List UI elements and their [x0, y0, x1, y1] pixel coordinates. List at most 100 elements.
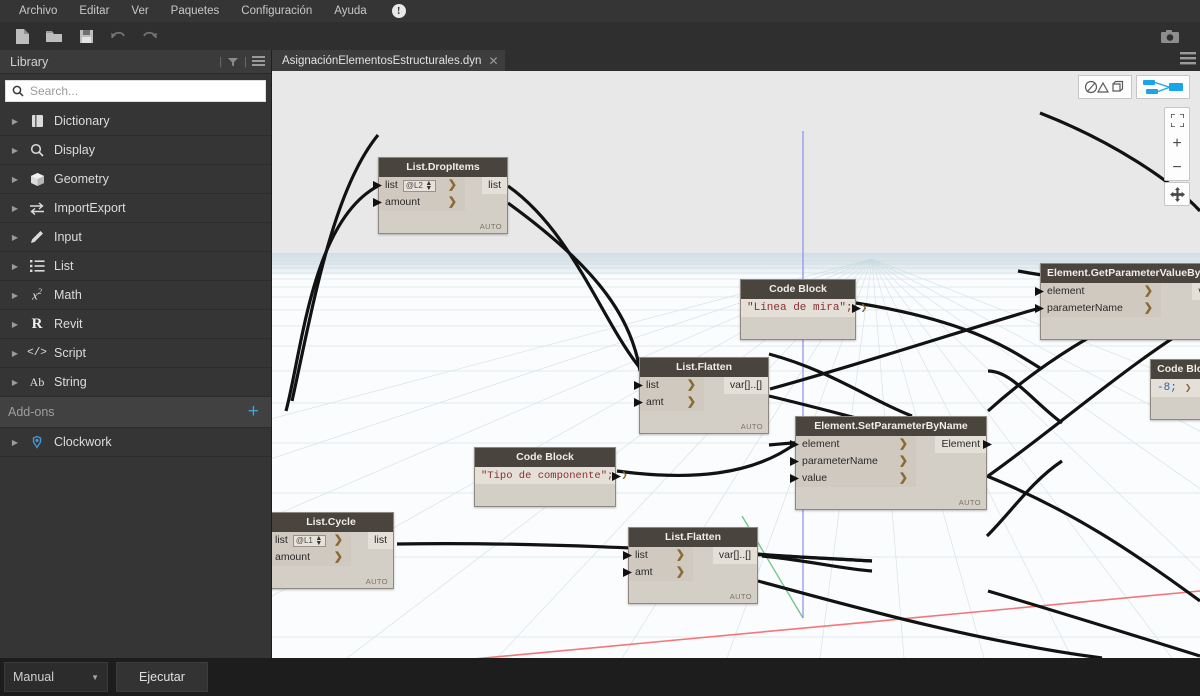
level-selector-list[interactable]: @L1 ▲ ▼: [292, 534, 326, 547]
run-mode-dropdown[interactable]: Manual ▼: [4, 662, 108, 692]
chevron-down-icon[interactable]: ▼: [91, 673, 99, 682]
output-port-chevron-icon[interactable]: ❯: [861, 301, 868, 315]
expand-arrow-icon[interactable]: ▶: [6, 146, 24, 155]
node-element-getparametervaluebyname[interactable]: Element.GetParameterValueByName element …: [1035, 263, 1200, 340]
hamburger-menu-icon[interactable]: [1180, 52, 1196, 70]
input-port-parametername[interactable]: parameterName ❯: [1041, 300, 1161, 317]
geometry-preview-icon[interactable]: [1078, 75, 1132, 99]
undo-icon[interactable]: [102, 23, 134, 49]
output-port-var[interactable]: var: [1192, 283, 1200, 300]
node-list-cycle[interactable]: List.Cycle list @L1 ▲ ▼ ❯ list amount ❯ …: [272, 512, 394, 589]
code-block-editor[interactable]: -8; ❯: [1151, 379, 1200, 397]
sidebar-item-revit[interactable]: ▶ R Revit: [0, 310, 271, 339]
input-port-amt[interactable]: amt ❯: [629, 564, 693, 581]
sidebar-item-geometry[interactable]: ▶ Geometry: [0, 165, 271, 194]
zoom-out-button[interactable]: −: [1164, 156, 1190, 180]
new-file-icon[interactable]: [6, 23, 38, 49]
close-icon[interactable]: ✕: [488, 54, 498, 68]
input-port-list[interactable]: list ❯: [640, 377, 704, 394]
input-port-row[interactable]: amount ❯: [272, 549, 393, 566]
menu-ver[interactable]: Ver: [120, 2, 159, 20]
level-stepper-icon[interactable]: ▲ ▼: [315, 535, 323, 547]
input-port-amt[interactable]: amt ❯: [640, 394, 704, 411]
expand-arrow-icon[interactable]: ▶: [6, 438, 24, 447]
menu-editar[interactable]: Editar: [68, 2, 120, 20]
warning-icon[interactable]: !: [391, 4, 406, 18]
input-port-row[interactable]: value ❯: [790, 470, 986, 487]
input-port-amount[interactable]: amount ❯: [379, 194, 465, 211]
menu-configuracion[interactable]: Configuración: [230, 2, 323, 20]
sidebar-item-dictionary[interactable]: ▶ Dictionary: [0, 107, 271, 136]
expand-arrow-icon[interactable]: ▶: [6, 378, 24, 387]
input-port-value[interactable]: value ❯: [796, 470, 916, 487]
output-port-chevron-icon[interactable]: ❯: [621, 469, 627, 482]
input-port-list[interactable]: list @L2 ▲ ▼ ❯: [379, 177, 465, 194]
sidebar-item-script[interactable]: ▶ </> Script: [0, 339, 271, 368]
sidebar-item-string[interactable]: ▶ Ab String: [0, 368, 271, 397]
redo-icon[interactable]: [134, 23, 166, 49]
expand-arrow-icon[interactable]: ▶: [6, 175, 24, 184]
input-port-row[interactable]: parameterName ❯: [790, 453, 986, 470]
input-port-row[interactable]: list @L2 ▲ ▼ ❯ list: [373, 177, 507, 194]
expand-arrow-icon[interactable]: ▶: [6, 233, 24, 242]
menu-ayuda[interactable]: Ayuda: [323, 2, 377, 20]
output-port-var[interactable]: var[]..[]: [712, 547, 757, 564]
add-package-plus-icon[interactable]: +: [248, 402, 259, 421]
sidebar-item-math[interactable]: ▶ x2 Math: [0, 281, 271, 310]
save-icon[interactable]: [70, 23, 102, 49]
zoom-in-button[interactable]: +: [1164, 132, 1190, 156]
input-port-row[interactable]: list ❯ var[]..[]: [634, 377, 768, 394]
search-input[interactable]: [30, 84, 259, 98]
expand-arrow-icon[interactable]: ▶: [6, 320, 24, 329]
menu-archivo[interactable]: Archivo: [8, 2, 68, 20]
node-code-block-minus8[interactable]: Code Block -8; ❯: [1150, 359, 1200, 420]
camera-icon[interactable]: [1154, 23, 1186, 49]
open-folder-icon[interactable]: [38, 23, 70, 49]
input-port-parametername[interactable]: parameterName ❯: [796, 453, 916, 470]
input-port-row[interactable]: amount ❯: [373, 194, 507, 211]
input-port-row[interactable]: element ❯ var: [1035, 283, 1200, 300]
input-port-row[interactable]: list @L1 ▲ ▼ ❯ list: [272, 532, 393, 549]
input-port-row[interactable]: parameterName ❯: [1035, 300, 1200, 317]
pan-button[interactable]: [1164, 182, 1190, 206]
code-block-editor[interactable]: "Línea de mira"; ❯: [741, 299, 867, 317]
code-block-editor[interactable]: "Tipo de componente"; ❯: [475, 467, 628, 484]
filter-icon[interactable]: [226, 55, 240, 69]
output-port-list[interactable]: list: [482, 177, 507, 194]
node-element-setparameterbyname[interactable]: Element.SetParameterByName element ❯ Ele…: [790, 416, 992, 510]
expand-arrow-icon[interactable]: ▶: [6, 204, 24, 213]
sidebar-item-display[interactable]: ▶ Display: [0, 136, 271, 165]
input-port-row[interactable]: element ❯ Element: [790, 436, 992, 453]
input-port-list[interactable]: list @L1 ▲ ▼ ❯: [272, 532, 351, 549]
level-selector-list[interactable]: @L2 ▲ ▼: [402, 179, 436, 192]
node-list-flatten-bottom[interactable]: List.Flatten list ❯ var[]..[] amt ❯ AUTO: [623, 527, 758, 604]
input-port-row[interactable]: amt ❯: [634, 394, 768, 411]
sidebar-item-clockwork[interactable]: ▶ Clockwork: [0, 428, 271, 457]
expand-arrow-icon[interactable]: ▶: [6, 291, 24, 300]
graph-canvas[interactable]: AsignaciónElementosEstructurales.dyn ✕ +…: [272, 50, 1200, 658]
node-list-flatten-top[interactable]: List.Flatten list ❯ var[]..[] amt ❯ AUTO: [634, 357, 769, 434]
input-port-list[interactable]: list ❯: [629, 547, 693, 564]
menu-paquetes[interactable]: Paquetes: [160, 2, 231, 20]
tab-asignacion-elementos-estructurales[interactable]: AsignaciónElementosEstructurales.dyn ✕: [272, 50, 505, 71]
input-port-row[interactable]: list ❯ var[]..[]: [623, 547, 757, 564]
level-stepper-icon[interactable]: ▲ ▼: [425, 180, 433, 192]
node-code-block-linea-de-mira[interactable]: Code Block "Línea de mira"; ❯: [740, 279, 867, 340]
sidebar-item-importexport[interactable]: ▶ ImportExport: [0, 194, 271, 223]
output-port-chevron-icon[interactable]: ❯: [1185, 381, 1192, 395]
zoom-to-fit-button[interactable]: [1164, 108, 1190, 132]
list-view-icon[interactable]: [251, 55, 265, 69]
input-port-element[interactable]: element ❯: [1041, 283, 1161, 300]
output-port-list[interactable]: list: [368, 532, 393, 549]
expand-arrow-icon[interactable]: ▶: [6, 349, 24, 358]
input-port-element[interactable]: element ❯: [796, 436, 916, 453]
graph-view-icon[interactable]: [1136, 75, 1190, 99]
output-port-var[interactable]: var[]..[]: [723, 377, 768, 394]
run-button[interactable]: Ejecutar: [116, 662, 208, 692]
sidebar-item-list[interactable]: ▶ List: [0, 252, 271, 281]
sidebar-item-input[interactable]: ▶ Input: [0, 223, 271, 252]
output-port-element[interactable]: Element: [935, 436, 986, 453]
node-code-block-tipo-de-componente[interactable]: Code Block "Tipo de componente"; ❯: [474, 447, 628, 507]
input-port-amount[interactable]: amount ❯: [272, 549, 351, 566]
input-port-row[interactable]: amt ❯: [623, 564, 757, 581]
